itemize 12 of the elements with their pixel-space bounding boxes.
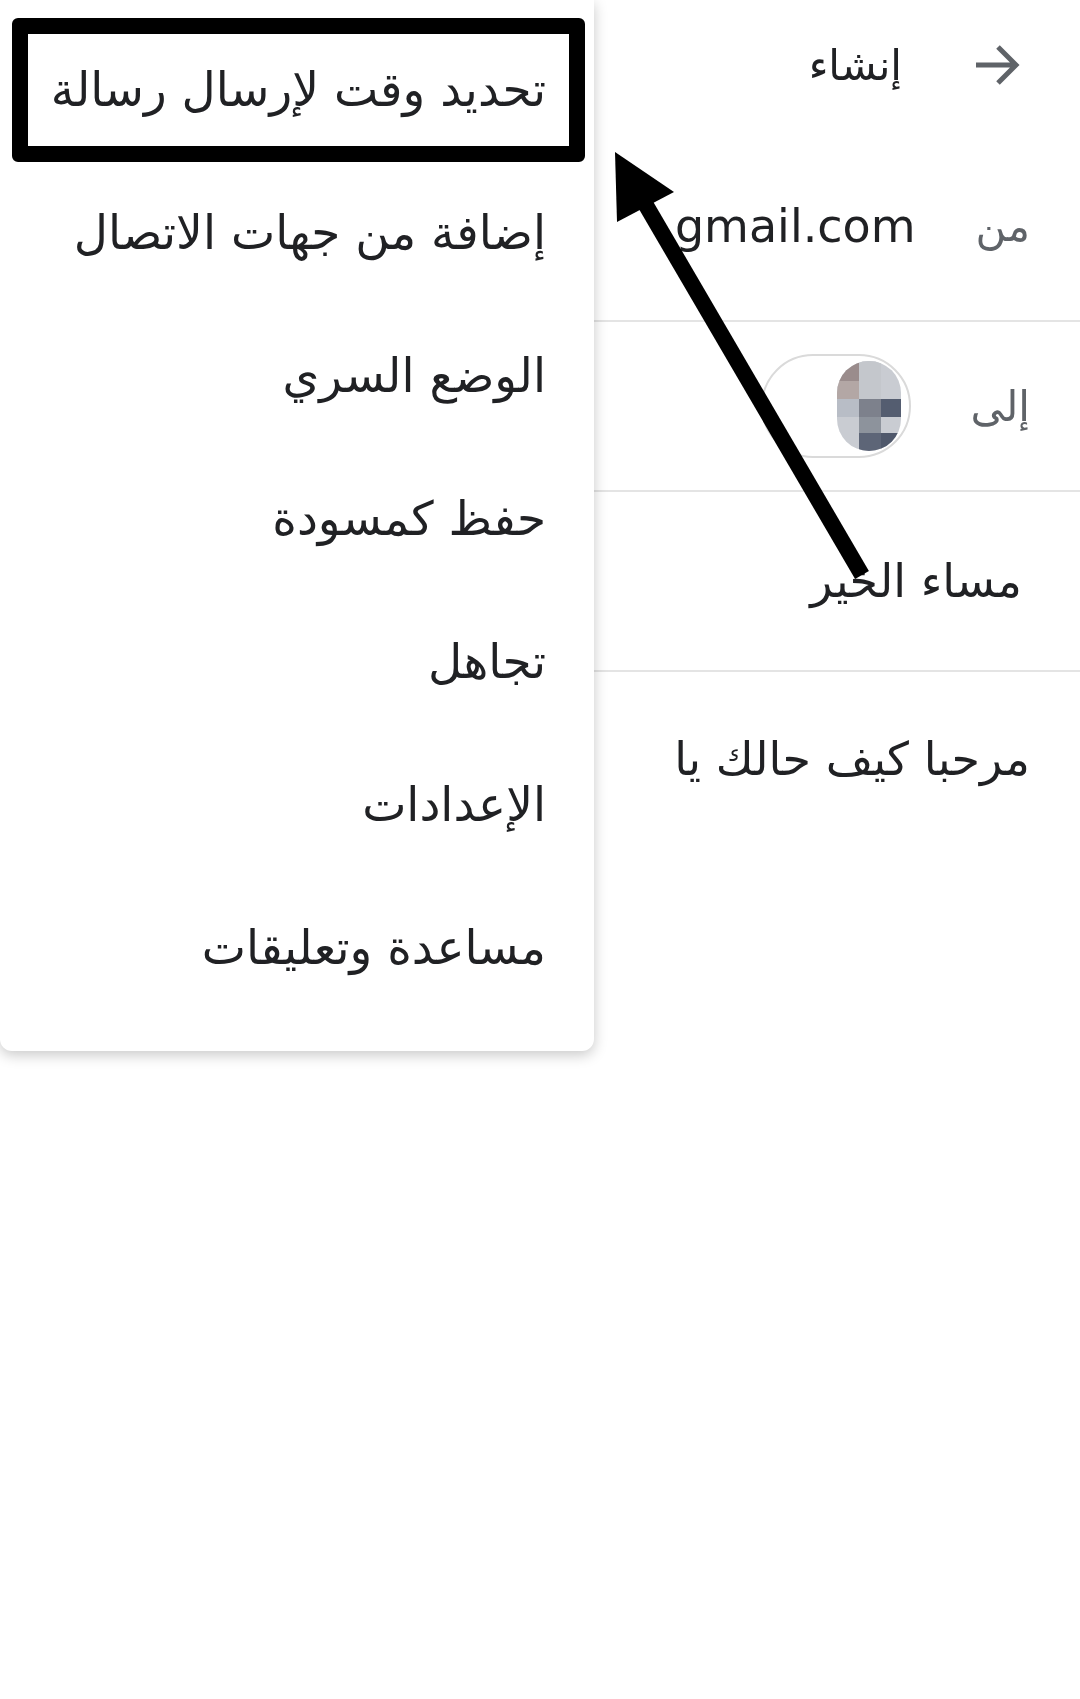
from-address: gmail.com — [674, 199, 916, 253]
menu-item[interactable]: الوضع السري — [0, 304, 594, 447]
menu-item[interactable]: تجاهل — [0, 590, 594, 733]
subject-text[interactable]: مساء الخير — [810, 554, 1030, 608]
menu-item[interactable]: حفظ كمسودة — [0, 447, 594, 590]
from-label: من — [975, 201, 1030, 251]
compose-title: إنشاء — [808, 40, 902, 90]
menu-item[interactable]: إضافة من جهات الاتصال — [0, 161, 594, 304]
to-label: إلى — [970, 381, 1030, 431]
menu-item[interactable]: تحديد وقت لإرسال رسالة — [0, 18, 594, 161]
menu-item[interactable]: مساعدة وتعليقات — [0, 876, 594, 1019]
menu-item[interactable]: الإعدادات — [0, 733, 594, 876]
